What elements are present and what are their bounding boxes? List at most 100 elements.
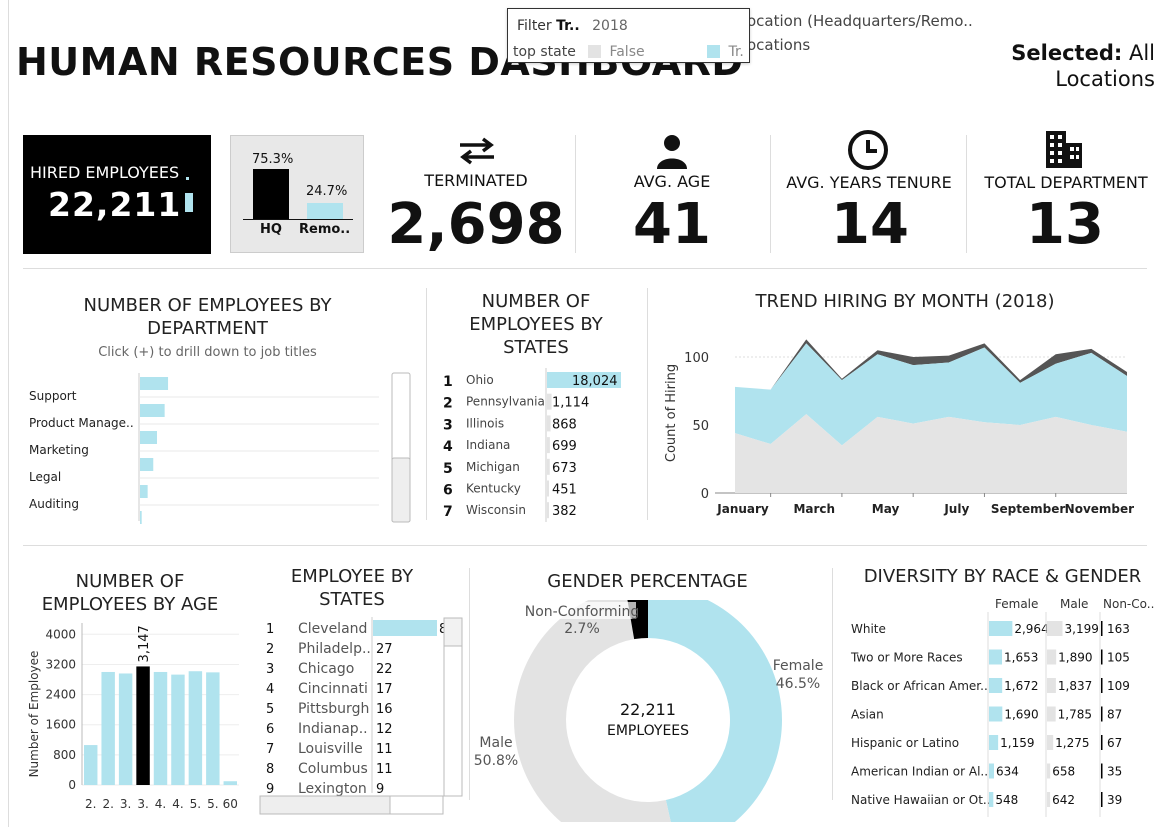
diversity-male-value: 3,199 <box>1065 622 1099 636</box>
section-vdivider <box>832 568 833 800</box>
diversity-nonconf-bar <box>1101 678 1103 693</box>
states-value: 673 <box>552 461 577 476</box>
diversity-male-bar <box>1047 735 1054 750</box>
age-title-line2: EMPLOYEES BY AGE <box>41 594 219 615</box>
trend-x-tick: September <box>991 502 1065 516</box>
tooltip-filter-label: Filter <box>517 18 552 34</box>
diversity-nonconf-bar <box>1101 792 1103 807</box>
selected-value-2: Locations <box>1055 67 1155 91</box>
diversity-female-bar <box>989 678 1003 693</box>
diversity-nonconf-bar <box>1101 706 1103 722</box>
kpi-hired-spark-dot <box>186 177 189 180</box>
age-bar <box>188 671 203 785</box>
legend-false-swatch <box>588 45 601 58</box>
legend-true-swatch <box>707 45 720 58</box>
kpi-hired-card[interactable]: HIRED EMPLOYEES 22,211 <box>23 135 211 254</box>
diversity-female-bar <box>989 792 994 807</box>
states-title-line1: NUMBER OF <box>481 291 591 312</box>
trend-x-tick: January <box>716 502 769 516</box>
diversity-nonconf-value: 35 <box>1107 765 1122 779</box>
kpi-divider <box>966 135 967 253</box>
diversity-nonconf-value: 109 <box>1107 679 1130 693</box>
dept-bar <box>140 377 169 390</box>
age-y-tick: 0 <box>68 778 76 792</box>
dept-title-line1: NUMBER OF EMPLOYEES BY <box>83 295 332 316</box>
trend-y-tick: 50 <box>692 419 709 434</box>
age-x-tick: 2. <box>102 797 113 811</box>
location-filter-text[interactable]: ocation (Headquarters/Remo.. <box>747 12 973 30</box>
age-x-tick: 60 <box>223 797 238 811</box>
kpi-location-card[interactable]: 75.3% 24.7% HQ Remo.. <box>230 135 364 253</box>
swap-arrows-icon <box>457 136 497 166</box>
states-value: 868 <box>552 417 577 432</box>
gender-chart: 22,211 EMPLOYEES Female 46.5% Male 50.8% Non-C… <box>474 600 824 822</box>
tooltip-filter-value: 2018 <box>592 18 628 34</box>
states-title-line2: EMPLOYEES BY <box>469 314 603 335</box>
diversity-label: Hispanic or Latino <box>851 736 959 750</box>
gender-label-name: Male <box>479 735 512 751</box>
gender-label-name: Female <box>773 658 824 674</box>
age-bar <box>84 745 98 785</box>
age-y-tick: 1600 <box>45 718 76 732</box>
kpi-divider <box>575 135 576 253</box>
states-label: Wisconsin <box>466 503 526 517</box>
kpi-dept-value: 13 <box>1026 192 1104 257</box>
kpi-hired-spark <box>185 193 193 212</box>
cities-label: Philadelp.. <box>298 641 371 657</box>
cities-label: Cincinnati <box>298 681 368 697</box>
trend-y-label: Count of Hiring <box>664 364 679 462</box>
dept-bar <box>140 458 154 471</box>
age-highlight-label: 3,147 <box>137 625 152 662</box>
states-rank: 1 <box>443 374 453 390</box>
diversity-male-value: 1,837 <box>1058 679 1092 693</box>
diversity-male-bar <box>1047 621 1063 636</box>
filter-tooltip: Filter Tr.. 2018 top state False Tr. <box>507 8 750 63</box>
legend-false-label: False <box>609 44 645 60</box>
diversity-male-bar <box>1047 706 1056 722</box>
hq-bar[interactable] <box>253 169 289 219</box>
diversity-nonconf-value: 87 <box>1107 708 1122 722</box>
section-vdivider <box>469 568 470 800</box>
states-rank: 6 <box>443 483 453 499</box>
age-bar <box>101 671 115 785</box>
remote-bar[interactable] <box>307 203 343 219</box>
dept-bar <box>140 431 157 444</box>
cities-rank: 4 <box>266 682 274 697</box>
kpi-tenure-value: 14 <box>831 192 909 257</box>
diversity-label: Native Hawaiian or Ot.. <box>851 793 991 807</box>
cities-label: Pittsburgh <box>298 701 369 717</box>
states-value: 451 <box>552 483 577 498</box>
gender-title: GENDER PERCENTAGE <box>547 571 748 592</box>
location-filter-sub[interactable]: ocations <box>747 36 810 54</box>
diversity-title: DIVERSITY BY RACE & GENDER <box>863 566 1142 587</box>
diversity-male-value: 658 <box>1052 765 1075 779</box>
age-x-tick: 3. <box>137 797 148 811</box>
trend-x-tick: March <box>793 502 835 516</box>
age-x-tick: 3. <box>120 797 131 811</box>
states-label: Pennsylvania <box>466 395 545 409</box>
cities-label: Cleveland <box>298 621 367 637</box>
states-rank: 5 <box>443 461 453 477</box>
dept-bar <box>140 404 165 417</box>
diversity-nonconf-bar <box>1101 763 1103 779</box>
dept-title: NUMBER OF EMPLOYEES BY DEPARTMENT <box>60 294 355 340</box>
diversity-female-bar <box>989 735 999 750</box>
states-bar <box>547 437 550 454</box>
states-bar <box>547 458 550 475</box>
states-title: NUMBER OF EMPLOYEES BY STATES <box>436 290 636 359</box>
states-value: 382 <box>552 504 577 519</box>
cities-title-line1: EMPLOYEE BY <box>290 566 414 587</box>
diversity-female-value: 1,159 <box>1000 736 1034 750</box>
legend-true-label: Tr. <box>728 44 744 60</box>
cities-value: 11 <box>376 762 393 777</box>
kpi-terminated-value: 2,698 <box>387 192 565 257</box>
age-chart: 0 800 1600 2400 3200 4000 2. 2. 3. 3. 4. 4. 5. 5. 60 3,… <box>27 623 239 811</box>
cities-bar <box>373 620 437 636</box>
tooltip-row-label: top state <box>513 44 576 60</box>
kpi-tenure-label: AVG. YEARS TENURE <box>786 173 952 192</box>
cities-rank: 6 <box>266 722 274 737</box>
states-bar <box>547 502 549 519</box>
states-label: Illinois <box>466 416 504 430</box>
age-x-tick: 5. <box>190 797 201 811</box>
age-title-line1: NUMBER OF <box>75 571 185 592</box>
